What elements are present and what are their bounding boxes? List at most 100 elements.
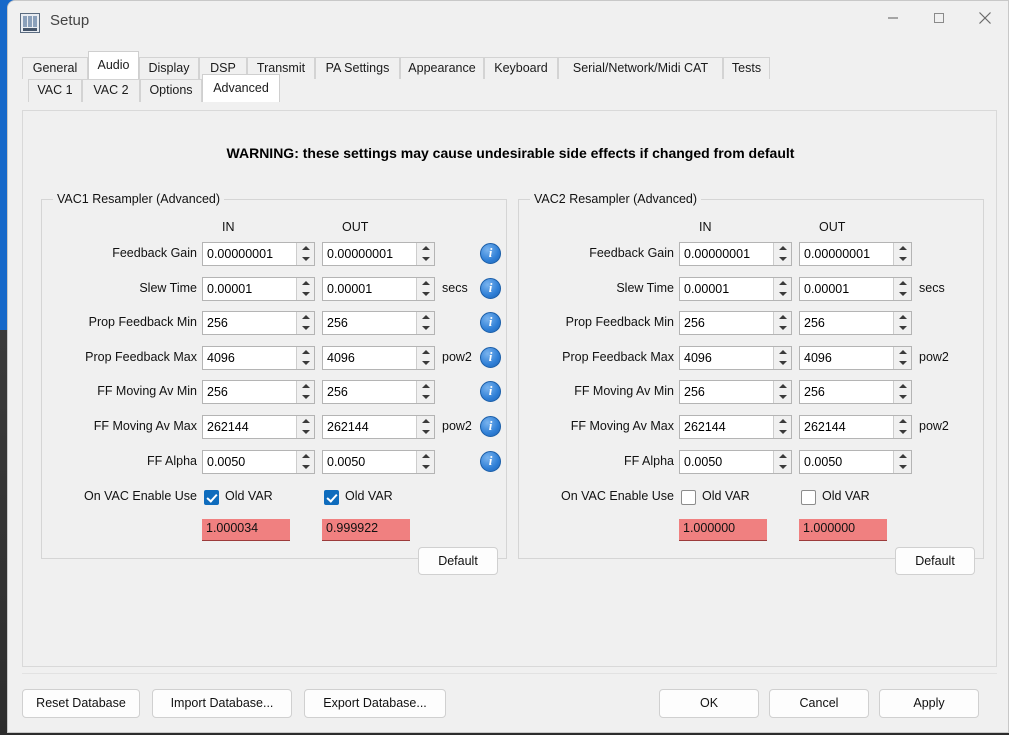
spinner-down-icon[interactable] [297, 254, 314, 265]
vac1-prop-feedback-min-in-spinner[interactable]: 256 [202, 311, 315, 336]
spinner-down-icon[interactable] [894, 392, 911, 404]
spinner-down-icon[interactable] [774, 392, 791, 404]
vac1-prop-feedback-min-out-spinner[interactable]: 256 [322, 311, 435, 336]
spinner-value[interactable]: 256 [804, 314, 825, 333]
spinner-value[interactable]: 256 [207, 314, 228, 333]
spinner-down-icon[interactable] [417, 357, 434, 369]
footer-cancel-button[interactable]: Cancel [769, 689, 869, 718]
tab-appearance[interactable]: Appearance [400, 57, 484, 79]
tab-general[interactable]: General [22, 57, 88, 79]
vac1-old-var-out-checkbox[interactable] [324, 490, 339, 506]
vac1-old-var-in-checkbox[interactable] [204, 490, 219, 506]
spinner-value[interactable]: 0.00000001 [327, 245, 393, 264]
spinner-value[interactable]: 0.0050 [804, 453, 842, 472]
spinner-value[interactable]: 0.0050 [684, 453, 722, 472]
tab-pa-settings[interactable]: PA Settings [315, 57, 400, 79]
vac1-ff-moving-av-min-in-spinner[interactable]: 256 [202, 380, 315, 405]
spinner-down-icon[interactable] [297, 461, 314, 473]
vac2-slew-time-in-spinner[interactable]: 0.00001 [679, 276, 792, 301]
vac2-feedback-gain-in-spinner[interactable]: 0.00000001 [679, 242, 792, 266]
vac2-old-var-out-checkbox[interactable] [801, 490, 816, 506]
spinner-value[interactable]: 262144 [804, 418, 846, 437]
spinner-down-icon[interactable] [417, 392, 434, 404]
vac2-slew-time-out-spinner[interactable]: 0.00001 [799, 276, 912, 301]
spinner-value[interactable]: 0.0050 [207, 453, 245, 472]
spinner-value[interactable]: 256 [327, 314, 348, 333]
info-icon[interactable]: i [480, 312, 501, 334]
spinner-down-icon[interactable] [774, 357, 791, 369]
spinner-value[interactable]: 256 [684, 383, 705, 402]
info-icon[interactable]: i [480, 277, 501, 299]
vac2-prop-feedback-max-out-spinner[interactable]: 4096 [799, 345, 912, 370]
vac1-prop-feedback-max-out-spinner[interactable]: 4096 [322, 345, 435, 370]
spinner-value[interactable]: 4096 [207, 349, 235, 368]
tab-serial-network-midi-cat[interactable]: Serial/Network/Midi CAT [558, 57, 723, 79]
info-icon[interactable]: i [480, 381, 501, 403]
vac1-ff-alpha-out-spinner[interactable]: 0.0050 [322, 449, 435, 474]
spinner-value[interactable]: 4096 [327, 349, 355, 368]
vac2-ff-moving-av-max-in-spinner[interactable]: 262144 [679, 415, 792, 439]
footer-reset-database-button[interactable]: Reset Database [22, 689, 140, 718]
vac1-slew-time-out-spinner[interactable]: 0.00001 [322, 276, 435, 301]
vac2-ff-moving-av-max-out-spinner[interactable]: 262144 [799, 415, 912, 439]
vac1-slew-time-in-spinner[interactable]: 0.00001 [202, 276, 315, 301]
info-icon[interactable]: i [480, 243, 501, 264]
minimize-icon[interactable] [870, 1, 916, 35]
tab-keyboard[interactable]: Keyboard [484, 57, 558, 79]
vac2-ff-moving-av-min-in-spinner[interactable]: 256 [679, 380, 792, 405]
spinner-down-icon[interactable] [417, 461, 434, 473]
spinner-down-icon[interactable] [297, 392, 314, 404]
vac2-feedback-gain-out-spinner[interactable]: 0.00000001 [799, 242, 912, 266]
spinner-down-icon[interactable] [774, 323, 791, 335]
spinner-down-icon[interactable] [894, 461, 911, 473]
spinner-down-icon[interactable] [417, 323, 434, 335]
spinner-down-icon[interactable] [894, 427, 911, 438]
spinner-down-icon[interactable] [417, 288, 434, 300]
footer-import-database-button[interactable]: Import Database... [152, 689, 292, 718]
spinner-down-icon[interactable] [894, 323, 911, 335]
spinner-value[interactable]: 262144 [327, 418, 369, 437]
spinner-down-icon[interactable] [297, 288, 314, 300]
vac1-ff-moving-av-min-out-spinner[interactable]: 256 [322, 380, 435, 405]
spinner-value[interactable]: 0.00000001 [207, 245, 273, 264]
spinner-value[interactable]: 0.00001 [327, 280, 372, 299]
spinner-down-icon[interactable] [297, 427, 314, 438]
info-icon[interactable]: i [480, 416, 501, 437]
spinner-value[interactable]: 256 [207, 383, 228, 402]
vac2-prop-feedback-max-in-spinner[interactable]: 4096 [679, 345, 792, 370]
spinner-value[interactable]: 256 [804, 383, 825, 402]
vac2-old-var-in-checkbox[interactable] [681, 490, 696, 506]
tab-audio[interactable]: Audio [88, 51, 139, 79]
vac1-feedback-gain-in-spinner[interactable]: 0.00000001 [202, 242, 315, 266]
spinner-value[interactable]: 262144 [684, 418, 726, 437]
info-icon[interactable]: i [480, 450, 501, 472]
spinner-value[interactable]: 0.0050 [327, 453, 365, 472]
spinner-down-icon[interactable] [894, 288, 911, 300]
vac1-feedback-gain-out-spinner[interactable]: 0.00000001 [322, 242, 435, 266]
tab-tests[interactable]: Tests [723, 57, 770, 79]
spinner-down-icon[interactable] [774, 427, 791, 438]
info-icon[interactable]: i [480, 346, 501, 368]
subtab-options[interactable]: Options [140, 79, 202, 102]
subtab-advanced[interactable]: Advanced [202, 74, 280, 102]
vac1-ff-alpha-in-spinner[interactable]: 0.0050 [202, 449, 315, 474]
spinner-value[interactable]: 262144 [207, 418, 249, 437]
footer-apply-button[interactable]: Apply [879, 689, 979, 718]
close-icon[interactable] [962, 1, 1008, 35]
spinner-down-icon[interactable] [297, 357, 314, 369]
spinner-down-icon[interactable] [894, 357, 911, 369]
vac1-default-button[interactable]: Default [418, 547, 498, 576]
vac1-ff-moving-av-max-out-spinner[interactable]: 262144 [322, 415, 435, 439]
spinner-value[interactable]: 256 [327, 383, 348, 402]
spinner-down-icon[interactable] [417, 427, 434, 438]
vac2-prop-feedback-min-out-spinner[interactable]: 256 [799, 311, 912, 336]
vac2-ff-alpha-out-spinner[interactable]: 0.0050 [799, 449, 912, 474]
subtab-vac-1[interactable]: VAC 1 [28, 79, 82, 102]
spinner-value[interactable]: 0.00000001 [684, 245, 750, 264]
spinner-value[interactable]: 4096 [804, 349, 832, 368]
footer-export-database-button[interactable]: Export Database... [304, 689, 446, 718]
subtab-vac-2[interactable]: VAC 2 [82, 79, 140, 102]
spinner-value[interactable]: 256 [684, 314, 705, 333]
spinner-value[interactable]: 0.00001 [207, 280, 252, 299]
spinner-value[interactable]: 0.00000001 [804, 245, 870, 264]
